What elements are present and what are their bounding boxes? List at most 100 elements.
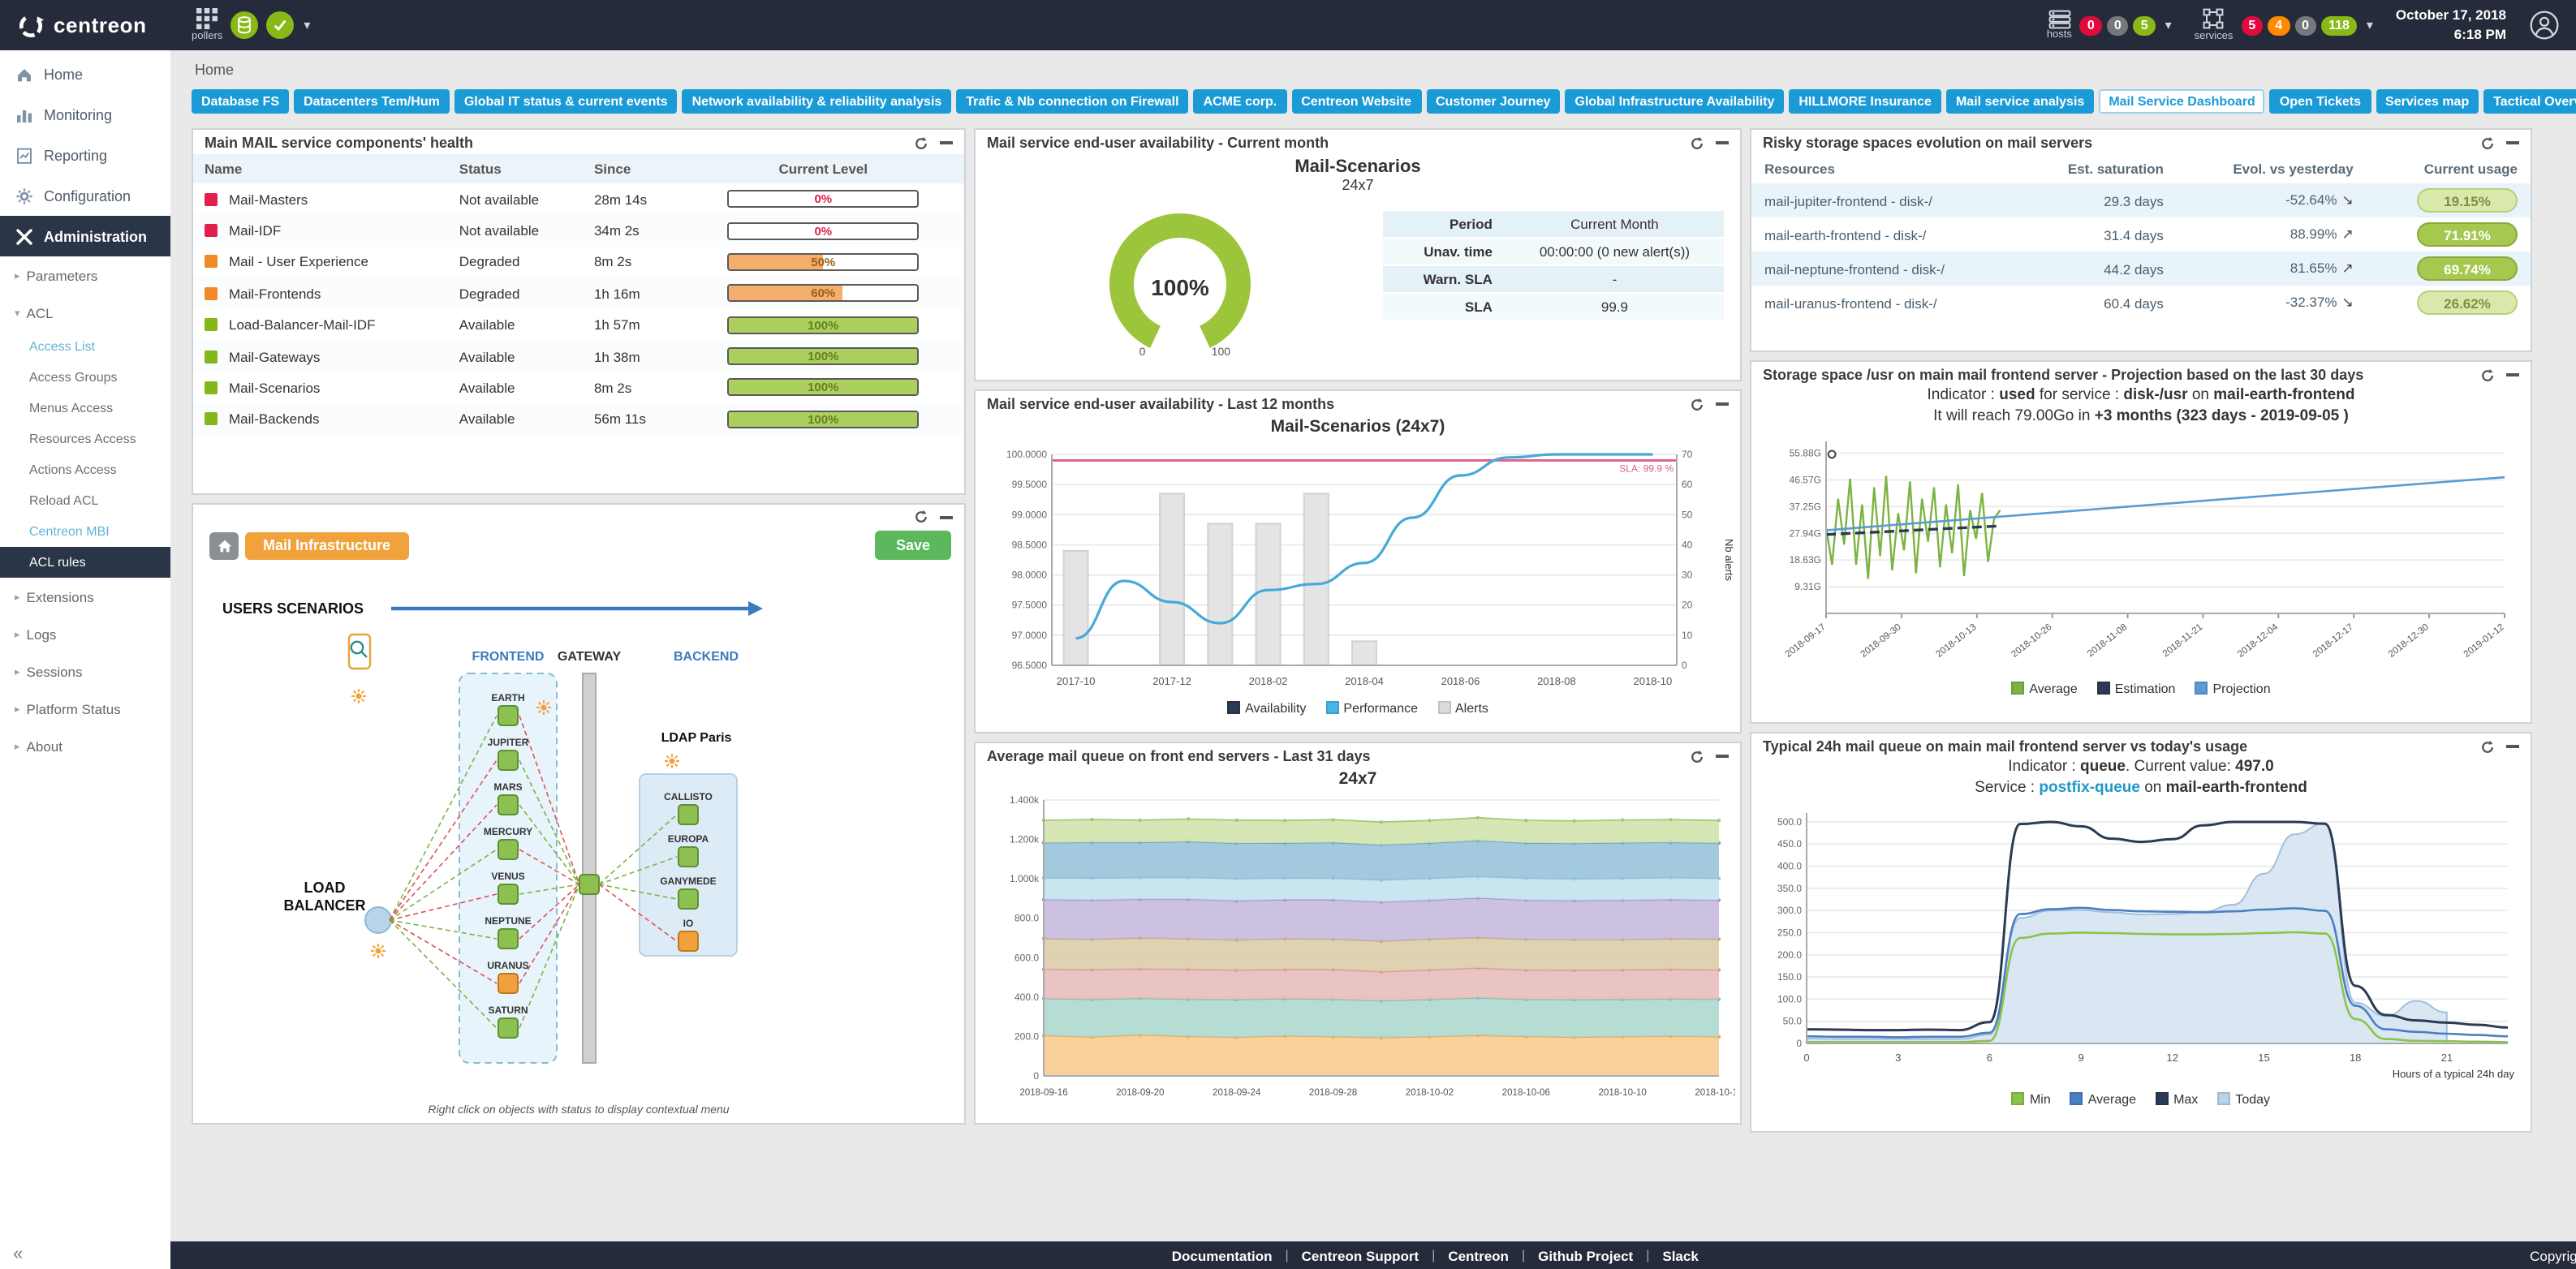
refresh-icon[interactable] (914, 136, 928, 150)
refresh-icon[interactable] (1690, 136, 1704, 150)
diagram-node-jupiter[interactable] (498, 751, 518, 770)
sidebar-item-extensions[interactable]: ▸Extensions (0, 578, 170, 615)
sidebar-item-monitoring[interactable]: Monitoring (0, 94, 170, 135)
tab-global-it-status-current-events[interactable]: Global IT status & current events (454, 89, 678, 114)
diagram-node-callisto[interactable] (678, 805, 698, 824)
poller-chevron-down-icon[interactable]: ▾ (304, 18, 310, 32)
sidebar-item-logs[interactable]: ▸Logs (0, 615, 170, 652)
latency-ok-icon[interactable] (266, 11, 294, 39)
diagram-node-neptune[interactable] (498, 929, 518, 949)
minimize-icon[interactable] (1716, 402, 1729, 406)
minimize-icon[interactable] (2506, 141, 2519, 144)
footer-link-centreon[interactable]: Centreon (1448, 1247, 1509, 1263)
breadcrumb[interactable]: Home (195, 62, 2576, 78)
database-status-icon[interactable] (230, 11, 258, 39)
minimize-icon[interactable] (2506, 373, 2519, 376)
tab-acme-corp[interactable]: ACME corp. (1194, 89, 1287, 114)
save-button[interactable]: Save (875, 531, 951, 560)
svg-text:VENUS: VENUS (491, 871, 524, 882)
hosts-chevron-down-icon[interactable]: ▾ (2165, 18, 2172, 32)
sidebar-item-acl[interactable]: ▾ACL (0, 294, 170, 331)
tab-datacenters-tem-hum[interactable]: Datacenters Tem/Hum (294, 89, 450, 114)
sidebar-item-acl-rules[interactable]: ACL rules (0, 547, 170, 578)
home-icon[interactable] (209, 531, 239, 559)
services-count-badge[interactable]: 5 (2241, 15, 2263, 35)
diagram-node-mercury[interactable] (498, 840, 518, 859)
refresh-icon[interactable] (2480, 136, 2495, 150)
sidebar-item-actions-access[interactable]: Actions Access (0, 454, 170, 485)
tab-mail-service-dashboard[interactable]: Mail Service Dashboard (2099, 89, 2265, 114)
user-profile-icon[interactable] (2529, 10, 2560, 41)
sidebar-item-centreon-mbi[interactable]: Centreon MBI (0, 516, 170, 547)
footer-link-centreon-support[interactable]: Centreon Support (1302, 1247, 1419, 1263)
mail-infrastructure-diagram[interactable]: USERS SCENARIOSFRONTENDGATEWAYBACKENDLOA… (193, 560, 956, 1076)
infrastructure-label-chip[interactable]: Mail Infrastructure (245, 531, 408, 559)
sidebar-item-sessions[interactable]: ▸Sessions (0, 652, 170, 690)
svg-text:MERCURY: MERCURY (484, 826, 532, 837)
footer-link-slack[interactable]: Slack (1662, 1247, 1698, 1263)
services-chevron-down-icon[interactable]: ▾ (2367, 18, 2373, 32)
tab-tactical-overview[interactable]: Tactical Overview (2483, 89, 2576, 114)
refresh-icon[interactable] (1690, 749, 1704, 764)
sidebar-item-home[interactable]: Home (0, 54, 170, 94)
diagram-node-earth[interactable] (498, 706, 518, 725)
tab-centreon-website[interactable]: Centreon Website (1291, 89, 1421, 114)
minimize-icon[interactable] (2506, 745, 2519, 748)
sidebar-item-administration[interactable]: Administration (0, 216, 170, 256)
diagram-node-europa[interactable] (678, 847, 698, 867)
refresh-icon[interactable] (1690, 397, 1704, 411)
tab-open-tickets[interactable]: Open Tickets (2270, 89, 2371, 114)
projection-indicator-text: Indicator : used for service : disk-/usr… (1751, 386, 2531, 407)
legend-item: Estimation (2097, 681, 2176, 695)
tab-database-fs[interactable]: Database FS (192, 89, 289, 114)
sidebar-item-resources-access[interactable]: Resources Access (0, 424, 170, 454)
minimize-icon[interactable] (940, 515, 953, 518)
services-status-group[interactable]: services 540118 ▾ (2195, 8, 2373, 42)
refresh-icon[interactable] (2480, 368, 2495, 382)
refresh-icon[interactable] (914, 510, 928, 524)
diagram-node-mars[interactable] (498, 795, 518, 815)
hosts-count-badge[interactable]: 0 (2080, 15, 2102, 35)
centreon-logo[interactable]: centreon (16, 11, 172, 40)
diagram-node-ganymede[interactable] (678, 889, 698, 909)
svg-text:2018-08: 2018-08 (1537, 675, 1576, 687)
hosts-count-badge[interactable]: 5 (2134, 15, 2156, 35)
legend-swatch (1437, 701, 1450, 714)
footer-link-github-project[interactable]: Github Project (1538, 1247, 1633, 1263)
minimize-icon[interactable] (1716, 755, 1729, 758)
sidebar-item-platform-status[interactable]: ▸Platform Status (0, 690, 170, 727)
services-count-badge[interactable]: 4 (2268, 15, 2290, 35)
tab-customer-journey[interactable]: Customer Journey (1426, 89, 1560, 114)
tab-mail-service-analysis[interactable]: Mail service analysis (1946, 89, 2094, 114)
sidebar-item-access-list[interactable]: Access List (0, 331, 170, 362)
tab-hillmore-insurance[interactable]: HILLMORE Insurance (1789, 89, 1941, 114)
diagram-node-venus[interactable] (498, 884, 518, 904)
services-count-badge[interactable]: 0 (2294, 15, 2316, 35)
load-balancer-node[interactable] (365, 907, 391, 933)
sidebar-item-access-groups[interactable]: Access Groups (0, 362, 170, 393)
sidebar-item-menus-access[interactable]: Menus Access (0, 393, 170, 424)
sidebar-item-reporting[interactable]: Reporting (0, 135, 170, 175)
minimize-icon[interactable] (1716, 141, 1729, 144)
sidebar-item-about[interactable]: ▸About (0, 727, 170, 764)
refresh-icon[interactable] (2480, 739, 2495, 754)
diagram-node-uranus[interactable] (498, 974, 518, 993)
sidebar-item-reload-acl[interactable]: Reload ACL (0, 485, 170, 516)
tab-network-availability-reliability-analysis[interactable]: Network availability & reliability analy… (683, 89, 952, 114)
sidebar-collapse-button[interactable]: « (13, 1245, 23, 1264)
poller-status-group[interactable]: pollers ▾ (192, 8, 310, 42)
tab-services-map[interactable]: Services map (2376, 89, 2479, 114)
hosts-status-group[interactable]: hosts 005 ▾ (2047, 9, 2172, 41)
services-count-badge[interactable]: 118 (2321, 15, 2357, 35)
hosts-count-badge[interactable]: 0 (2107, 15, 2129, 35)
diagram-node-io[interactable] (678, 931, 698, 951)
tab-global-infrastructure-availability[interactable]: Global Infrastructure Availability (1565, 89, 1784, 114)
svg-text:SATURN: SATURN (488, 1004, 528, 1016)
minimize-icon[interactable] (940, 141, 953, 144)
sidebar-item-configuration[interactable]: Configuration (0, 175, 170, 216)
footer-link-documentation[interactable]: Documentation (1172, 1247, 1273, 1263)
diagram-node-saturn[interactable] (498, 1018, 518, 1038)
diagram-node-node[interactable] (579, 875, 599, 894)
sidebar-item-parameters[interactable]: ▸Parameters (0, 256, 170, 294)
tab-trafic-nb-connection-on-firewall[interactable]: Trafic & Nb connection on Firewall (956, 89, 1188, 114)
